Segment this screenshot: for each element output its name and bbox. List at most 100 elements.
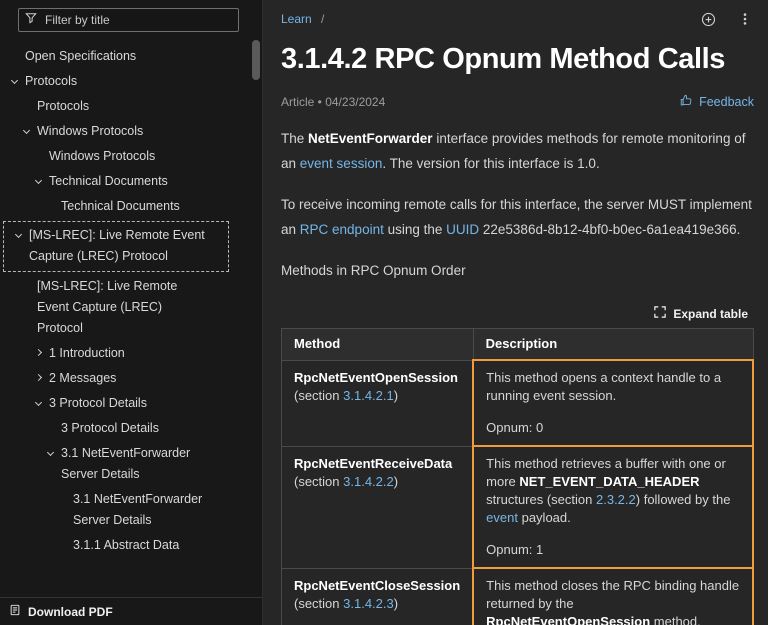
event-session-link[interactable]: event session — [300, 156, 383, 171]
sidebar-item[interactable]: Protocols — [0, 94, 262, 119]
sidebar-item[interactable]: Protocols — [0, 69, 262, 94]
method-name: RpcNetEventOpenSession — [294, 369, 460, 387]
sidebar-item-label: 3.1.1 Abstract Data — [73, 535, 179, 556]
app-window: Open Specifications Protocols Protocols Win… — [0, 0, 768, 625]
sidebar-item[interactable]: [MS-LREC]: Live Remote Event Capture (LR… — [0, 274, 262, 341]
sidebar-item-label: Windows Protocols — [37, 121, 143, 142]
section-3-1-4-2-3-link[interactable]: 3.1.4.2.3 — [343, 596, 394, 611]
expand-table-button[interactable]: Expand table — [648, 305, 754, 322]
sidebar-item-label: 1 Introduction — [49, 343, 125, 364]
expand-table-label: Expand table — [673, 307, 748, 321]
text-segment: This method opens a context handle to a … — [486, 370, 721, 403]
text-segment: payload. — [518, 510, 571, 525]
sidebar-item[interactable]: [MS-LREC]: Live Remote Event Capture (LR… — [4, 222, 228, 271]
opnum-label: Opnum: 0 — [486, 419, 740, 437]
pdf-document-icon — [9, 604, 21, 619]
column-header-method: Method — [282, 329, 474, 361]
description-cell: This method retrieves a buffer with one … — [473, 446, 753, 568]
sidebar-tree: Open Specifications Protocols Protocols Win… — [0, 36, 262, 597]
table-row: RpcNetEventCloseSession (section 3.1.4.2… — [282, 568, 754, 625]
section-3-1-4-2-2-link[interactable]: 3.1.4.2.2 — [343, 474, 394, 489]
bold-text: NetEventForwarder — [308, 131, 433, 146]
section-3-1-4-2-1-link[interactable]: 3.1.4.2.1 — [343, 388, 394, 403]
scrollbar-thumb[interactable] — [252, 40, 260, 80]
chevron-down-icon[interactable] — [47, 449, 54, 456]
sidebar-item-label: Protocols — [37, 96, 89, 117]
section-reference: (section 3.1.4.2.2) — [294, 473, 460, 491]
uuid-link[interactable]: UUID — [446, 222, 479, 237]
chevron-down-icon[interactable] — [35, 399, 42, 406]
article-meta: Article • 04/23/2024 — [281, 95, 385, 109]
chevron-down-icon[interactable] — [23, 127, 30, 134]
sidebar-item-label: [MS-LREC]: Live Remote Event Capture (LR… — [29, 225, 206, 267]
section-2-3-2-2-link[interactable]: 2.3.2.2 — [596, 492, 636, 507]
sidebar-item[interactable]: 3.1 NetEventForwarder Server Details — [0, 487, 262, 533]
filter-input[interactable] — [43, 12, 232, 28]
sidebar-item[interactable]: 3.1 NetEventForwarder Server Details — [0, 441, 262, 487]
bold-text: RpcNetEventOpenSession — [486, 614, 650, 625]
text-segment: This method closes the RPC binding handl… — [486, 578, 739, 611]
text-segment: using the — [384, 222, 446, 237]
feedback-link[interactable]: Feedback — [680, 94, 754, 110]
method-name: RpcNetEventReceiveData — [294, 455, 460, 473]
breadcrumb-separator: / — [321, 12, 324, 26]
sidebar-item-label: Technical Documents — [61, 196, 180, 217]
column-header-description: Description — [473, 329, 753, 361]
thumbs-up-icon — [680, 94, 693, 110]
sidebar: Open Specifications Protocols Protocols Win… — [0, 0, 263, 625]
text-segment: . The version for this interface is 1.0. — [382, 156, 599, 171]
methods-table: Method Description RpcNetEventOpenSessio… — [281, 328, 754, 625]
description-text: This method opens a context handle to a … — [486, 369, 740, 405]
more-actions-button[interactable] — [736, 10, 754, 28]
sidebar-item-label: Protocols — [25, 71, 77, 92]
sidebar-item[interactable]: 2 Messages — [0, 366, 262, 391]
main-content: Learn / 3.1.4.2 RPC Opnum Method Calls A… — [263, 0, 768, 625]
breadcrumb-link-learn[interactable]: Learn — [281, 12, 312, 26]
add-to-collection-button[interactable] — [699, 10, 718, 29]
filter-box — [18, 8, 239, 32]
text-segment: (section — [294, 474, 343, 489]
sidebar-item[interactable]: 3 Protocol Details — [0, 391, 262, 416]
chevron-down-icon[interactable] — [15, 231, 22, 238]
sidebar-item-label: Windows Protocols — [49, 146, 155, 167]
table-row: RpcNetEventReceiveData (section 3.1.4.2.… — [282, 446, 754, 568]
breadcrumb: Learn / — [281, 12, 324, 26]
text-segment: (section — [294, 596, 343, 611]
sidebar-item[interactable]: Windows Protocols — [0, 119, 262, 144]
sidebar-scrollbar[interactable] — [252, 38, 261, 595]
rpc-endpoint-link[interactable]: RPC endpoint — [300, 222, 384, 237]
sidebar-item[interactable]: Windows Protocols — [0, 144, 262, 169]
chevron-right-icon[interactable] — [35, 374, 42, 381]
opnum-label: Opnum: 1 — [486, 541, 740, 559]
sidebar-item-label: Open Specifications — [25, 46, 136, 67]
sidebar-item-label: 3 Protocol Details — [61, 418, 159, 439]
section-reference: (section 3.1.4.2.3) — [294, 595, 460, 613]
article-meta-row: Article • 04/23/2024 Feedback — [281, 94, 754, 110]
event-link[interactable]: event — [486, 510, 518, 525]
page-actions — [699, 10, 754, 29]
download-pdf-button[interactable]: Download PDF — [0, 597, 262, 625]
text-segment: (section — [294, 388, 343, 403]
sidebar-item-label: 2 Messages — [49, 368, 116, 389]
sidebar-item-label: 3.1 NetEventForwarder Server Details — [73, 489, 206, 531]
feedback-label: Feedback — [699, 95, 754, 109]
text-segment: The — [281, 131, 308, 146]
chevron-down-icon[interactable] — [11, 77, 18, 84]
page-title: 3.1.4.2 RPC Opnum Method Calls — [281, 40, 754, 78]
sidebar-item[interactable]: 3.1.1 Abstract Data — [0, 533, 262, 558]
sidebar-item[interactable]: Technical Documents — [0, 169, 262, 194]
kebab-menu-icon — [738, 14, 752, 29]
circle-plus-icon — [701, 15, 716, 30]
text-segment: ) — [394, 474, 398, 489]
sidebar-item-label: Technical Documents — [49, 171, 168, 192]
method-cell: RpcNetEventOpenSession (section 3.1.4.2.… — [282, 360, 474, 446]
sidebar-item[interactable]: Open Specifications — [0, 44, 262, 69]
sidebar-item[interactable]: 3 Protocol Details — [0, 416, 262, 441]
rpc-paragraph: To receive incoming remote calls for thi… — [281, 192, 754, 242]
text-segment: 22e5386d-8b12-4bf0-b0ec-6a1ea419e366. — [479, 222, 740, 237]
chevron-right-icon[interactable] — [35, 349, 42, 356]
sidebar-item[interactable]: 1 Introduction — [0, 341, 262, 366]
sidebar-item[interactable]: Technical Documents — [0, 194, 262, 219]
chevron-down-icon[interactable] — [35, 177, 42, 184]
methods-order-line: Methods in RPC Opnum Order — [281, 258, 754, 283]
